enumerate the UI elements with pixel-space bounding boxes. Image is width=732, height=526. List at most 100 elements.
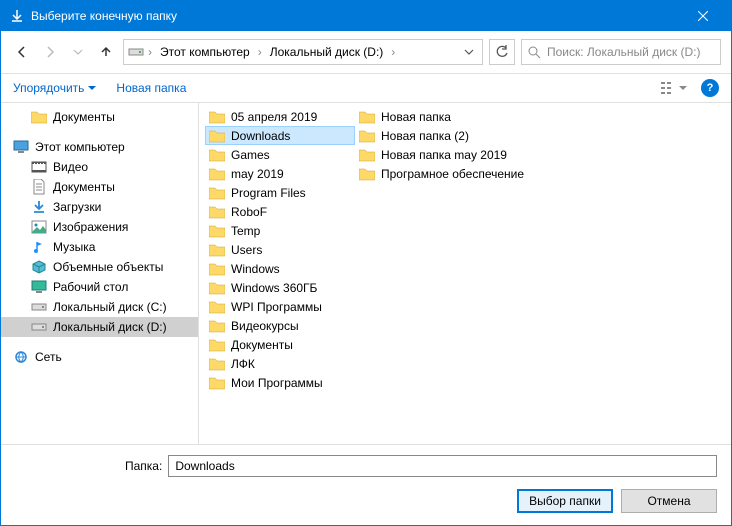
pc-icon [13, 139, 29, 155]
file-item[interactable]: Program Files [205, 183, 355, 202]
tree-item[interactable]: Локальный диск (C:) [1, 297, 198, 317]
help-button[interactable]: ? [701, 79, 719, 97]
app-icon [9, 8, 25, 24]
file-item[interactable]: Games [205, 145, 355, 164]
folder-icon [359, 167, 375, 181]
body: Документы Этот компьютер Видео Документы З… [1, 103, 731, 445]
tree-label: Объемные объекты [53, 260, 163, 274]
footer: Папка: Выбор папки Отмена [1, 445, 731, 525]
recent-dropdown[interactable] [67, 41, 89, 63]
close-button[interactable] [683, 1, 723, 31]
tree-label: Этот компьютер [35, 140, 125, 154]
file-item[interactable]: ЛФК [205, 354, 355, 373]
refresh-button[interactable] [489, 39, 515, 65]
drive-icon [128, 44, 144, 60]
path-segment[interactable]: Этот компьютер [156, 43, 254, 61]
search-icon [528, 46, 541, 59]
folder-icon [209, 319, 225, 333]
tree-item[interactable]: Рабочий стол [1, 277, 198, 297]
path-segment[interactable]: Локальный диск (D:) [266, 43, 388, 61]
tree-label: Видео [53, 160, 88, 174]
file-item[interactable]: may 2019 [205, 164, 355, 183]
music-icon [31, 239, 47, 255]
file-item[interactable]: Новая папка (2) [355, 126, 555, 145]
view-menu[interactable] [661, 81, 687, 95]
file-item[interactable]: Новая папка may 2019 [355, 145, 555, 164]
file-item[interactable]: Програмное обеспечение [355, 164, 555, 183]
file-item[interactable]: Новая папка [355, 107, 555, 126]
file-item[interactable]: 05 апреля 2019 [205, 107, 355, 126]
file-item[interactable]: Windows [205, 259, 355, 278]
folder-icon [209, 167, 225, 181]
tree-label: Музыка [53, 240, 95, 254]
select-folder-button[interactable]: Выбор папки [517, 489, 613, 513]
folder-icon [209, 338, 225, 352]
back-button[interactable] [11, 41, 33, 63]
forward-button[interactable] [39, 41, 61, 63]
doc-icon [31, 179, 47, 195]
file-label: Новая папка may 2019 [381, 148, 507, 162]
file-label: 05 апреля 2019 [231, 110, 317, 124]
file-label: Temp [231, 224, 260, 238]
tree-item[interactable]: Видео [1, 157, 198, 177]
file-item[interactable]: Temp [205, 221, 355, 240]
tree-label: Изображения [53, 220, 128, 234]
folder-icon [209, 262, 225, 276]
tree-item[interactable]: Загрузки [1, 197, 198, 217]
tree-item[interactable]: Музыка [1, 237, 198, 257]
tree-item[interactable]: Изображения [1, 217, 198, 237]
file-label: Видеокурсы [231, 319, 299, 333]
tree-item[interactable]: Документы [1, 177, 198, 197]
address-bar[interactable]: › Этот компьютер › Локальный диск (D:) › [123, 39, 483, 65]
tree-label: Документы [53, 180, 115, 194]
chevron-right-icon: › [389, 45, 397, 59]
folder-icon [359, 110, 375, 124]
file-item[interactable]: Downloads [205, 126, 355, 145]
file-item[interactable]: Мои Программы [205, 373, 355, 392]
folder-icon [209, 357, 225, 371]
search-input[interactable] [547, 45, 714, 59]
address-dropdown[interactable] [460, 47, 478, 57]
file-item[interactable]: Windows 360ГБ [205, 278, 355, 297]
folder-icon [209, 129, 225, 143]
tree-label: Локальный диск (D:) [53, 320, 167, 334]
network-icon [13, 349, 29, 365]
search-box[interactable] [521, 39, 721, 65]
file-label: may 2019 [231, 167, 284, 181]
tree-item-documents[interactable]: Документы [1, 107, 198, 127]
drive-icon [31, 299, 47, 315]
folder-icon [209, 243, 225, 257]
file-item[interactable]: WPI Программы [205, 297, 355, 316]
folder-icon [209, 224, 225, 238]
up-button[interactable] [95, 41, 117, 63]
tree-item[interactable]: Локальный диск (D:) [1, 317, 198, 337]
file-label: Downloads [231, 129, 290, 143]
file-pane[interactable]: 05 апреля 2019 Downloads Games may 2019 Prog… [199, 103, 731, 444]
tree-item-this-pc[interactable]: Этот компьютер [1, 137, 198, 157]
file-label: Програмное обеспечение [381, 167, 524, 181]
file-item[interactable]: Users [205, 240, 355, 259]
cancel-button[interactable]: Отмена [621, 489, 717, 513]
chevron-right-icon: › [256, 45, 264, 59]
folder-icon [31, 109, 47, 125]
cube-icon [31, 259, 47, 275]
tree-item[interactable]: Объемные объекты [1, 257, 198, 277]
file-item[interactable]: RoboF [205, 202, 355, 221]
tree-label: Локальный диск (C:) [53, 300, 167, 314]
toolbar: Упорядочить Новая папка ? [1, 74, 731, 103]
file-label: Users [231, 243, 262, 257]
file-label: WPI Программы [231, 300, 322, 314]
file-label: Games [231, 148, 270, 162]
folder-icon [209, 376, 225, 390]
dialog-window: Выберите конечную папку › Этот компьютер… [0, 0, 732, 526]
organize-menu[interactable]: Упорядочить [13, 81, 96, 95]
folder-name-input[interactable] [168, 455, 717, 477]
file-item[interactable]: Видеокурсы [205, 316, 355, 335]
tree-label: Рабочий стол [53, 280, 128, 294]
new-folder-button[interactable]: Новая папка [116, 81, 186, 95]
file-item[interactable]: Документы [205, 335, 355, 354]
folder-icon [209, 110, 225, 124]
file-label: RoboF [231, 205, 267, 219]
desktop-icon [31, 279, 47, 295]
tree-item-network[interactable]: Сеть [1, 347, 198, 367]
